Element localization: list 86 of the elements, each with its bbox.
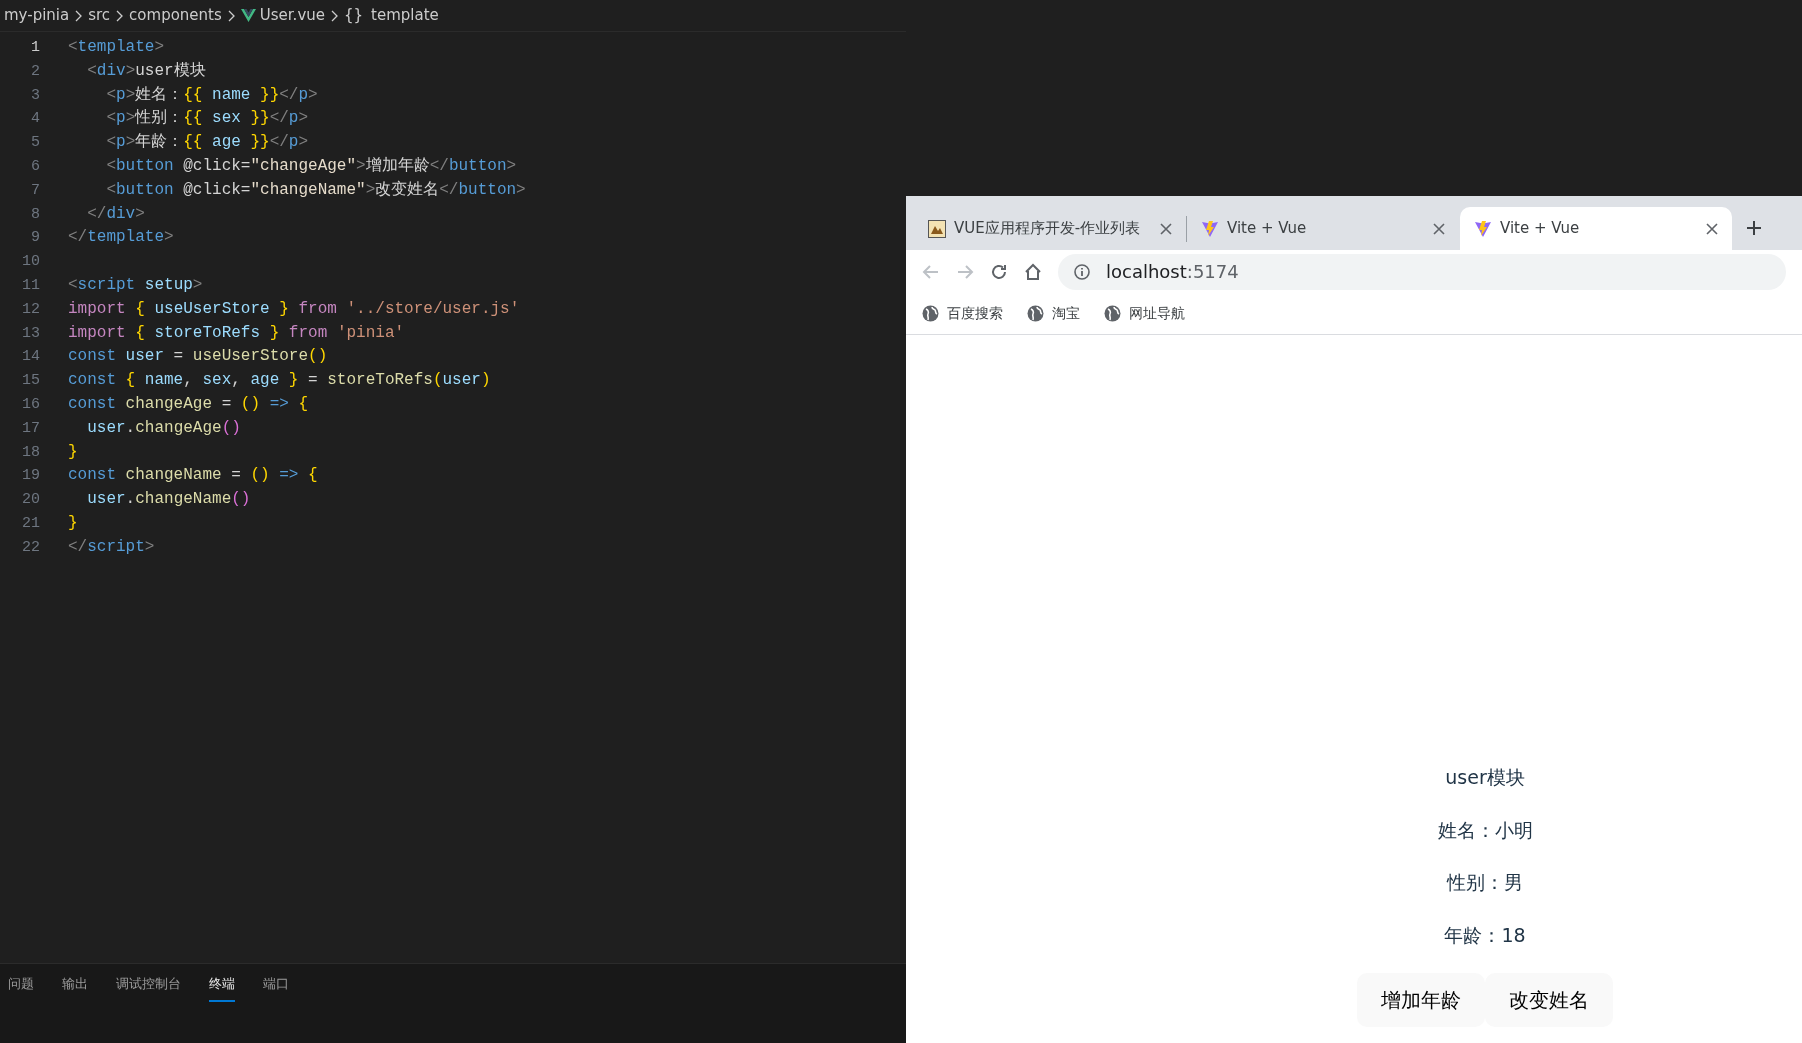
tab-title: Vite + Vue	[1500, 218, 1581, 240]
panel-tab[interactable]: 输出	[62, 964, 88, 1002]
code-line: import { useUserStore } from '../store/user.js'	[68, 298, 520, 320]
code-line: }	[68, 512, 78, 534]
bookmark-link[interactable]: 网址导航	[1129, 303, 1185, 324]
page-button[interactable]: 改变姓名	[1485, 973, 1613, 1027]
code-line: <p>姓名：{{ name }}</p>	[105, 84, 318, 106]
breadcrumb-item[interactable]: components	[129, 4, 222, 27]
vue-icon	[240, 9, 256, 22]
line-number: 18	[21, 442, 40, 463]
globe-icon	[1027, 305, 1044, 322]
code-line: <template>	[68, 37, 165, 58]
line-number: 3	[30, 85, 40, 106]
line-number: 1	[30, 38, 40, 58]
line-number: 6	[30, 157, 40, 177]
line-number: 22	[21, 537, 40, 558]
line-number: 12	[21, 299, 40, 320]
line-number: 9	[30, 228, 40, 249]
code-line: import { storeToRefs } from 'pinia'	[68, 322, 405, 344]
line-number: 5	[30, 133, 40, 154]
browser-tab[interactable]: Vite + Vue	[1460, 207, 1732, 250]
tab-title: Vite + Vue	[1227, 218, 1308, 240]
breadcrumb-item[interactable]: my-pinia	[4, 4, 70, 27]
line-number: 14	[21, 347, 40, 368]
page-text: 年龄：18	[1444, 922, 1526, 948]
line-number: 19	[21, 466, 40, 487]
chevron-icon	[329, 8, 340, 23]
line-number: 10	[21, 252, 40, 273]
symbol-text: {}	[344, 5, 364, 27]
new-tab-icon[interactable]	[1746, 220, 1762, 236]
home-icon[interactable]	[1024, 262, 1042, 281]
browser-tab[interactable]: Vite + Vue	[1187, 207, 1459, 250]
line-number: 11	[21, 275, 40, 296]
bolt-favicon	[1201, 219, 1219, 238]
code-line: </script>	[68, 536, 155, 558]
line-number: 15	[21, 371, 40, 392]
bookmark-link[interactable]: 百度搜索	[947, 303, 1003, 324]
address-bar[interactable]: localhost:5174	[1058, 253, 1786, 290]
code-line: const { name, sex, age } = storeToRefs(user)	[68, 370, 491, 392]
picture-favicon	[928, 219, 946, 238]
bolt-favicon	[1474, 219, 1492, 238]
bookmark-link[interactable]: 淘宝	[1052, 303, 1080, 324]
panel-tab[interactable]: 端口	[263, 964, 289, 1002]
panel-tab[interactable]: 调试控制台	[116, 964, 181, 1002]
code-line: </template>	[68, 227, 174, 249]
globe-icon	[922, 305, 939, 322]
code-line: user.changeName()	[86, 489, 251, 511]
close-icon[interactable]	[1433, 222, 1445, 235]
code-line: const user = useUserStore()	[68, 346, 328, 368]
page-text: 性别：男	[1447, 870, 1523, 895]
code-line: </div>	[86, 203, 145, 225]
globe-icon	[1104, 305, 1121, 322]
code-line: const changeName = () => {	[68, 465, 318, 487]
line-number: 13	[21, 323, 40, 344]
code-line: }	[68, 441, 78, 463]
code-line: <p>性别：{{ sex }}</p>	[105, 108, 309, 130]
info-icon[interactable]	[1074, 263, 1090, 280]
breadcrumb-item[interactable]: template	[371, 4, 439, 27]
code-line: <script setup>	[68, 274, 203, 296]
close-icon[interactable]	[1160, 222, 1172, 235]
line-number: 21	[21, 513, 40, 534]
tab-title: VUE应用程序开发-作业列表	[954, 218, 1142, 240]
line-number: 8	[30, 204, 40, 225]
code-line: <div>user模块	[86, 60, 206, 82]
page-text: 姓名：小明	[1437, 817, 1533, 843]
line-number: 2	[30, 61, 40, 82]
panel-tab[interactable]: 终端	[209, 964, 235, 1002]
line-number: 4	[30, 109, 40, 130]
code-line: user.changeAge()	[86, 417, 241, 439]
breadcrumb-item[interactable]: User.vue	[259, 4, 325, 27]
reload-icon[interactable]	[990, 262, 1008, 281]
line-number: 7	[30, 180, 40, 201]
line-number: 17	[21, 418, 40, 439]
page-button[interactable]: 增加年龄	[1357, 973, 1485, 1027]
breadcrumb-item[interactable]: src	[88, 4, 111, 27]
panel-tab[interactable]: 问题	[8, 964, 34, 1002]
browser-tab[interactable]: VUE应用程序开发-作业列表	[914, 207, 1186, 250]
url-text: localhost:5174	[1106, 260, 1239, 284]
code-line: <p>年龄：{{ age }}</p>	[105, 132, 309, 154]
close-icon[interactable]	[1706, 222, 1718, 235]
code-line: const changeAge = () => {	[68, 393, 309, 415]
line-number: 16	[21, 394, 40, 415]
line-number: 20	[21, 490, 40, 511]
code-line: <button @click="changeName">改变姓名</button>	[105, 179, 526, 201]
code-line: <button @click="changeAge">增加年龄</button>	[105, 156, 517, 177]
page-heading: user模块	[1445, 765, 1525, 790]
